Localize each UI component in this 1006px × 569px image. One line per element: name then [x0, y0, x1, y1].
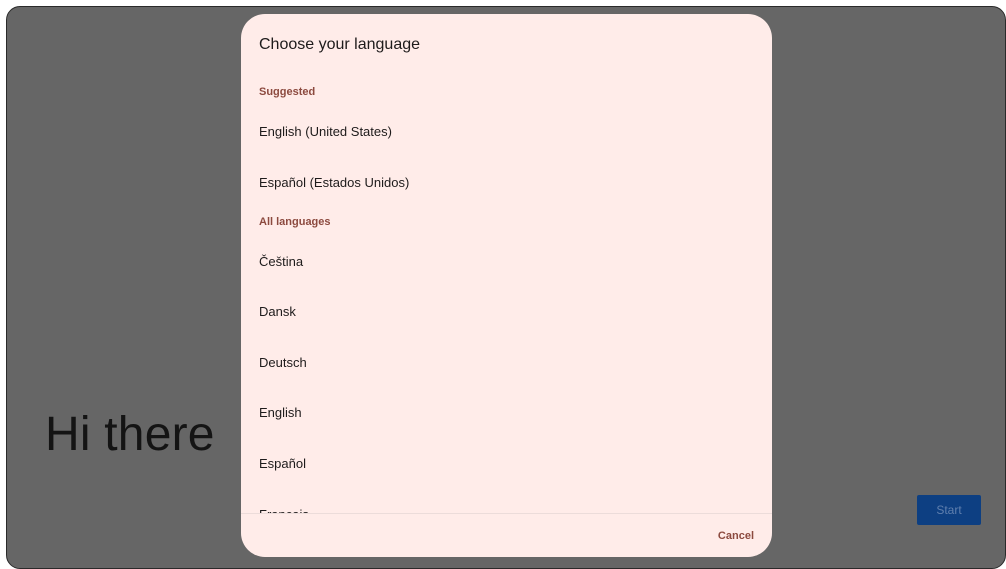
language-item-espanol-us[interactable]: Español (Estados Unidos): [241, 157, 772, 207]
language-item-espanol[interactable]: Español: [241, 438, 772, 488]
start-button[interactable]: Start: [917, 495, 981, 525]
section-header-all-languages: All languages: [259, 216, 331, 228]
language-item-francais[interactable]: Français: [241, 489, 772, 515]
dialog-title: Choose your language: [259, 36, 421, 53]
language-dialog: Choose your language Suggested English (…: [241, 14, 772, 557]
language-item-english[interactable]: English: [241, 387, 772, 437]
language-item-english-us[interactable]: English (United States): [241, 106, 772, 156]
language-list[interactable]: Suggested English (United States) Españo…: [241, 74, 772, 514]
greeting-heading: Hi there: [45, 408, 215, 461]
section-header-suggested: Suggested: [259, 86, 316, 98]
language-item-cestina[interactable]: Čeština: [241, 236, 772, 286]
cancel-button[interactable]: Cancel: [718, 530, 754, 542]
dialog-divider: [241, 513, 772, 514]
language-item-deutsch[interactable]: Deutsch: [241, 337, 772, 387]
language-item-dansk[interactable]: Dansk: [241, 286, 772, 336]
